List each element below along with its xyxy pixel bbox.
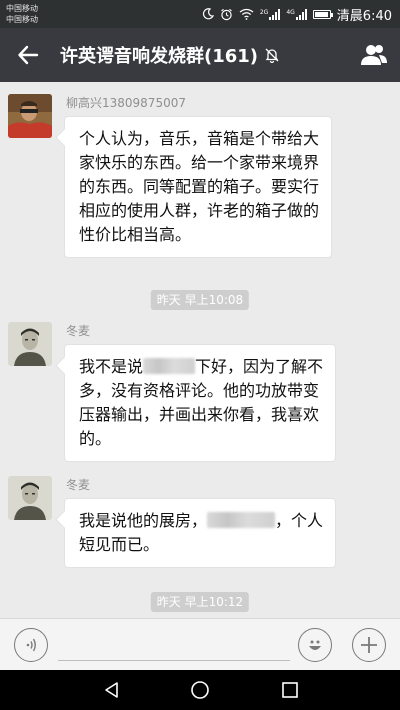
signal-icon-1: 2G	[259, 8, 281, 20]
sender-name: 柳高兴13809875007	[66, 96, 186, 110]
redacted-text	[143, 358, 196, 374]
sender-name: 冬麦	[66, 478, 91, 492]
message-text: 我是说他的展房，	[79, 511, 208, 530]
wifi-icon	[239, 8, 254, 20]
message-bubble[interactable]: 我是说他的展房， ，个人 短见而已。	[64, 498, 337, 568]
signal-icon-2: 4G	[286, 8, 307, 20]
sender-name: 冬麦	[66, 324, 91, 338]
voice-button[interactable]	[14, 628, 48, 662]
group-members-button[interactable]	[358, 39, 390, 71]
nav-back-icon	[105, 682, 118, 698]
status-time: 清晨6:40	[336, 8, 392, 24]
message-text: 我不是说	[79, 357, 144, 376]
bell-muted-icon	[265, 48, 279, 63]
battery-icon	[312, 9, 333, 19]
arrow-left-icon	[18, 45, 39, 65]
nav-recents-icon	[282, 682, 298, 698]
voice-icon	[26, 638, 36, 652]
message-bubble[interactable]: 个人认为，音乐，音箱是个带给大 家快乐的东西。给一个家带来境界 的东西。同等配置…	[64, 116, 333, 258]
input-bar	[0, 618, 400, 670]
message-line: 的东西。同等配置的箱子。要实行	[79, 177, 320, 196]
moon-icon	[202, 8, 214, 20]
emoji-button[interactable]	[298, 628, 332, 662]
avatar[interactable]	[8, 322, 52, 366]
carrier-labels: 中国移动 中国移动	[6, 3, 38, 25]
message-line: 我是说他的展房， ，个人	[79, 509, 323, 533]
alarm-icon	[220, 8, 233, 21]
chat-title: 许英谔音响发烧群(161)	[60, 46, 259, 67]
system-nav-bar	[0, 670, 400, 710]
status-icons: 2G 4G 清晨6:40	[202, 5, 392, 24]
nav-home-icon	[191, 681, 209, 699]
people-icon	[361, 45, 387, 65]
message-line: 个人认为，音乐，音箱是个带给大	[79, 129, 320, 148]
message-line: 性价比相当高。	[79, 225, 192, 244]
message-line: 我不是说 下好，因为了解不	[79, 355, 323, 379]
avatar[interactable]	[8, 476, 52, 520]
signal-1-tag: 2G	[259, 8, 269, 16]
chat-header: 许英谔音响发烧群(161)	[0, 28, 400, 82]
timestamp-chip: 昨天 早上10:12	[150, 592, 250, 612]
message-line: 压器输出，并画出来你看，我喜欢	[79, 405, 320, 424]
message-text: ，个人	[275, 511, 324, 530]
message-line: 的。	[79, 429, 112, 448]
status-bar: 中国移动 中国移动 2G 4G 清晨6:40	[0, 0, 400, 28]
back-button[interactable]	[12, 39, 44, 71]
message-bubble[interactable]: 我不是说 下好，因为了解不 多，没有资格评论。他的功放带变 压器输出，并画出来你看…	[64, 344, 337, 462]
message-input[interactable]	[58, 631, 290, 661]
carrier-1: 中国移动	[6, 4, 38, 13]
redacted-text	[207, 512, 276, 528]
avatar[interactable]	[8, 94, 52, 138]
emoji-icon	[309, 640, 321, 650]
nav-home-button[interactable]	[180, 676, 220, 704]
title-group: 许英谔音响发烧群(161)	[60, 42, 280, 68]
message-text: 下好，因为了解不	[195, 357, 324, 376]
message-line: 多，没有资格评论。他的功放带变	[79, 381, 320, 400]
message-line: 短见而已。	[79, 535, 160, 554]
nav-recents-button[interactable]	[270, 676, 310, 704]
signal-2-tag: 4G	[286, 8, 295, 16]
carrier-2: 中国移动	[6, 15, 38, 24]
nav-back-button[interactable]	[92, 676, 132, 704]
timestamp-chip: 昨天 早上10:08	[150, 290, 250, 310]
chat-messages[interactable]: 柳高兴13809875007 个人认为，音乐，音箱是个带给大 家快乐的东西。给一…	[0, 82, 400, 618]
message-line: 相应的使用人群，许老的箱子做的	[79, 201, 320, 220]
plus-icon	[361, 637, 377, 653]
message-line: 家快乐的东西。给一个家带来境界	[79, 153, 320, 172]
more-button[interactable]	[352, 628, 386, 662]
